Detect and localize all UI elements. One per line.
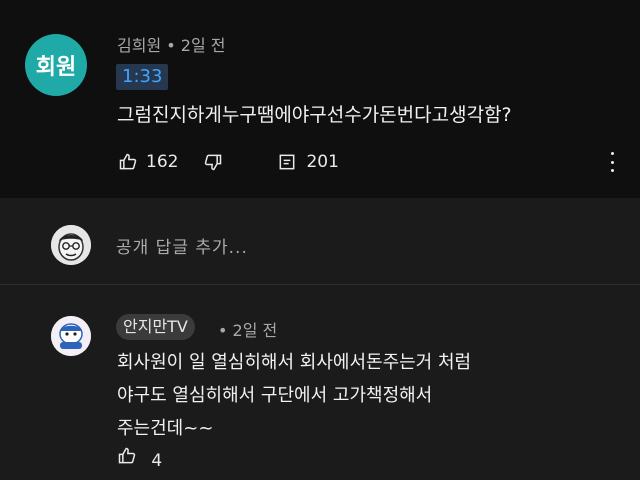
like-icon[interactable]: [117, 446, 139, 471]
dislike-icon[interactable]: [202, 152, 224, 172]
reply-icon[interactable]: [276, 152, 298, 172]
avatar[interactable]: 회원: [25, 34, 87, 96]
meta-separator: •: [218, 321, 233, 340]
avatar-text: 회원: [35, 55, 77, 80]
comment-line: 야구도 열심히해서 구단에서 고가책정해서: [117, 385, 433, 406]
divider: [0, 284, 640, 285]
comment-line: 회사원이 일 열심히해서 회사에서돈주는거 처럼: [117, 352, 472, 373]
reply-input[interactable]: 공개 답글 추가...: [116, 233, 248, 258]
top-comment: 회원 김희원 • 2일 전 1:33 그럼진지하게누구땜에야구선수가돈번다고생각…: [0, 0, 640, 198]
more-options-icon[interactable]: [606, 150, 618, 174]
avatar[interactable]: [51, 316, 91, 356]
reply-count[interactable]: 201: [306, 152, 338, 172]
comment-meta: 김희원 • 2일 전: [117, 32, 226, 56]
meta-separator: •: [166, 36, 181, 55]
comment-line: 주는건데~~: [117, 418, 214, 439]
author-name[interactable]: 김희원: [117, 36, 161, 55]
comment-actions: 162 201: [117, 150, 339, 174]
comment-time[interactable]: 2일 전: [181, 36, 226, 55]
timestamp-link[interactable]: 1:33: [116, 64, 169, 90]
comment-text: 그럼진지하게누구땜에야구선수가돈번다고생각함?: [117, 104, 512, 126]
reply-comment: 안지만TV • 2일 전 회사원이 일 열심히해서 회사에서돈주는거 처럼 야구…: [0, 286, 640, 480]
author-name[interactable]: 안지만TV: [116, 314, 195, 340]
comment-actions: 4: [117, 446, 162, 471]
comment-text: 회사원이 일 열심히해서 회사에서돈주는거 처럼 야구도 열심히해서 구단에서 …: [117, 346, 617, 445]
comment-meta: • 2일 전: [218, 317, 277, 341]
like-count: 4: [151, 451, 163, 471]
user-avatar[interactable]: [51, 225, 91, 265]
comment-time[interactable]: 2일 전: [233, 321, 278, 340]
like-count: 162: [146, 152, 179, 172]
reply-row: 공개 답글 추가...: [0, 208, 640, 270]
like-icon[interactable]: [117, 152, 139, 172]
